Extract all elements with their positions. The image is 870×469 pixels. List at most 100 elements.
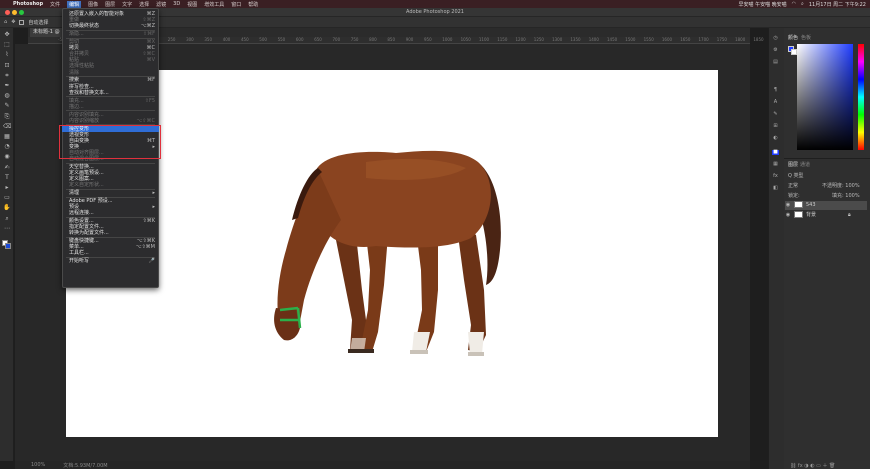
ruler-tick-label: 600 (295, 37, 304, 42)
color-panel-icon[interactable]: ■ (772, 150, 779, 155)
home-icon[interactable]: ⌂ (4, 19, 7, 25)
document-tab[interactable]: 未标题-1 @ (30, 28, 64, 37)
color-field[interactable] (797, 44, 853, 150)
menu-item[interactable]: 切换最终状态 ⌥⌘Z (62, 23, 159, 29)
opacity-field[interactable]: 不透明度: 100% (822, 182, 860, 189)
zoom-window-button[interactable] (19, 10, 24, 15)
hue-slider[interactable] (858, 44, 864, 150)
menu-item[interactable]: 查找和替换文本... (62, 90, 159, 96)
close-window-button[interactable] (5, 10, 10, 15)
styles-panel-icon[interactable]: fx (772, 174, 779, 179)
eraser-tool-icon[interactable]: ◔ (3, 144, 11, 150)
menu-filter[interactable]: 滤镜 (156, 1, 166, 8)
background-color-swatch[interactable] (5, 243, 11, 249)
eyedropper-tool-icon[interactable]: ◍ (3, 93, 11, 99)
menu-layer[interactable]: 图层 (105, 1, 115, 8)
menu-item: 描边... (62, 104, 159, 110)
layer-filter-kind[interactable]: Q 类型 (788, 172, 804, 179)
ruler-tick-label: 1300 (552, 37, 563, 42)
blend-mode-select[interactable]: 正常 (788, 182, 798, 189)
object-select-tool-icon[interactable]: ⊡ (3, 62, 11, 69)
visibility-eye-icon[interactable]: ◉ (785, 201, 791, 210)
wifi-icon[interactable]: ◠ (792, 1, 796, 7)
menu-item[interactable]: 远程连接... (62, 210, 159, 216)
menu-plugins[interactable]: 增效工具 (204, 1, 224, 8)
ruler-tick-label: 1250 (533, 37, 544, 42)
auto-select-label: 自动选择 (28, 19, 49, 26)
libraries-panel-icon[interactable]: ▤ (772, 60, 779, 65)
menu-file[interactable]: 文件 (50, 1, 60, 8)
healing-tool-icon[interactable]: ✎ (3, 103, 11, 109)
menu-item[interactable]: 转换为配置文件... (62, 230, 159, 236)
paragraph-panel-icon[interactable]: ¶ (772, 88, 779, 93)
glyphs-panel-icon[interactable]: ⊞ (772, 124, 779, 129)
lasso-tool-icon[interactable]: ⌇ (3, 52, 11, 58)
crop-tool-icon[interactable]: ⌗ (3, 72, 11, 79)
status-bar: 100% 文档:5.93M/7.00M (15, 461, 750, 469)
menu-item-label: 查找和替换文本... (69, 89, 109, 96)
menu-help[interactable]: 帮助 (248, 1, 258, 8)
menu-edit[interactable]: 编辑 (67, 0, 82, 8)
move-tool-icon[interactable]: ✥ (11, 19, 15, 25)
layer-row-543[interactable]: ◉ 543 (785, 201, 867, 210)
menu-3d[interactable]: 3D (173, 1, 180, 7)
app-menu[interactable]: Photoshop (13, 1, 43, 7)
properties-panel-icon[interactable]: ⚙ (772, 48, 779, 53)
menu-type[interactable]: 文字 (122, 1, 132, 8)
brush-panel-icon[interactable]: ✎ (772, 112, 779, 117)
menu-window[interactable]: 窗口 (231, 1, 241, 8)
character-panel-icon[interactable]: A (772, 100, 779, 105)
hand-tool-icon[interactable]: ⌕ (3, 215, 11, 222)
tab-layers[interactable]: 图层 (788, 161, 798, 168)
blur-tool-icon[interactable]: ✍ (3, 164, 11, 171)
horse-image (274, 150, 501, 356)
ruler-tick-label: 400 (222, 37, 231, 42)
menu-item[interactable]: 清理 ▸ (62, 190, 159, 196)
menu-item-shortcut: ⌥⇧⌘M (135, 244, 155, 251)
brush-tool-icon[interactable]: ⎘ (3, 113, 11, 120)
history-panel-icon[interactable]: ◷ (772, 36, 779, 41)
menu-item-label: 拼写检查... (69, 83, 94, 90)
menu-view[interactable]: 视图 (187, 1, 197, 8)
search-icon[interactable]: ⌕ (801, 1, 804, 7)
marquee-tool-icon[interactable]: ⬚ (3, 42, 11, 48)
path-select-tool-icon[interactable]: ▭ (3, 195, 11, 201)
menu-item[interactable]: 天空替换... (62, 164, 159, 170)
menu-item: 清除 (62, 70, 159, 76)
layers-panel-icon[interactable]: ◧ (772, 186, 779, 191)
menu-item[interactable]: 拼写检查... (62, 84, 159, 90)
menu-item[interactable]: 搜索 ⌘F (62, 77, 159, 83)
history-brush-tool-icon[interactable]: ▦ (3, 134, 11, 140)
auto-select-checkbox[interactable] (19, 19, 25, 25)
move-tool-icon[interactable]: ✥ (3, 32, 11, 38)
stamp-tool-icon[interactable]: ⌫ (3, 123, 11, 130)
type-tool-icon[interactable]: ▸ (3, 185, 11, 191)
rectangle-tool-icon[interactable]: ✋ (3, 205, 11, 211)
zoom-tool-icon[interactable]: ⋯ (3, 225, 11, 232)
zoom-level[interactable]: 100% (31, 462, 45, 468)
adjustments-panel-icon[interactable]: ◐ (772, 136, 779, 141)
clock[interactable]: 11月17日 周二 下午9:22 (809, 1, 866, 8)
tab-swatches[interactable]: 色板 (801, 34, 811, 41)
fill-field[interactable]: 填充: 100% (832, 192, 860, 199)
minimize-window-button[interactable] (12, 10, 17, 15)
menu-item[interactable]: 开始听写 🎤 (62, 258, 159, 264)
menu-item-shortcut: ⌘Z (146, 11, 155, 17)
layer-row-background[interactable]: ◉ 背景 🔒︎ (785, 211, 867, 220)
pen-tool-icon[interactable]: T (3, 174, 11, 181)
menu-select[interactable]: 选择 (139, 1, 149, 8)
menu-item-shortcut: ⇧⌘C (142, 51, 155, 58)
frame-tool-icon[interactable]: ✒ (3, 83, 11, 89)
menu-item-label: 选择性粘贴 (69, 63, 95, 70)
layer-footer-icons[interactable]: ⛓ fx ◑ ◐ ▭ ＋ 🗑︎ (790, 462, 835, 469)
gradient-tool-icon[interactable]: ◉ (3, 154, 11, 160)
menu-item: 内容识别填充... (62, 112, 159, 118)
visibility-eye-icon[interactable]: ◉ (785, 211, 791, 220)
document-canvas[interactable] (66, 70, 718, 437)
swatches-panel-icon[interactable]: ▦ (772, 162, 779, 167)
menu-item[interactable]: 工具栏... (62, 250, 159, 256)
menu-item-label: 开始听写 (69, 258, 90, 265)
tab-color[interactable]: 颜色 (788, 34, 798, 41)
menu-image[interactable]: 图像 (88, 1, 98, 8)
tab-channels[interactable]: 通道 (800, 161, 810, 168)
